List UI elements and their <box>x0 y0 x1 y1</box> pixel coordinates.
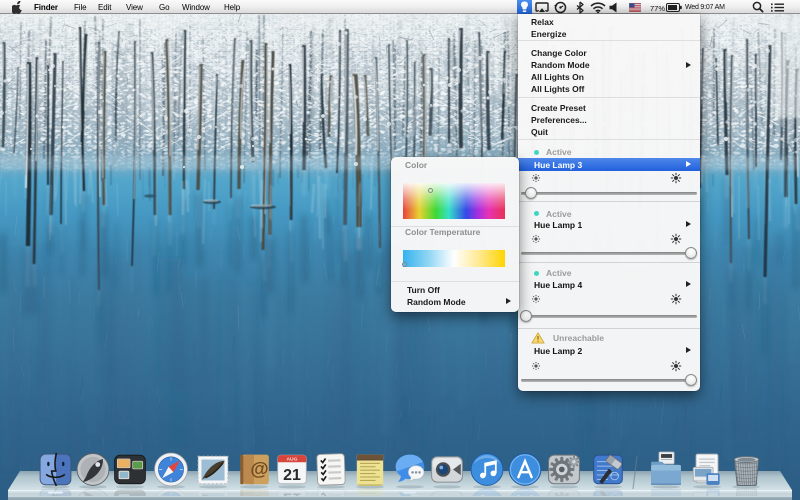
svg-text:@: @ <box>250 458 268 479</box>
svg-text:21: 21 <box>283 467 301 484</box>
svg-text:AUG: AUG <box>287 457 298 463</box>
